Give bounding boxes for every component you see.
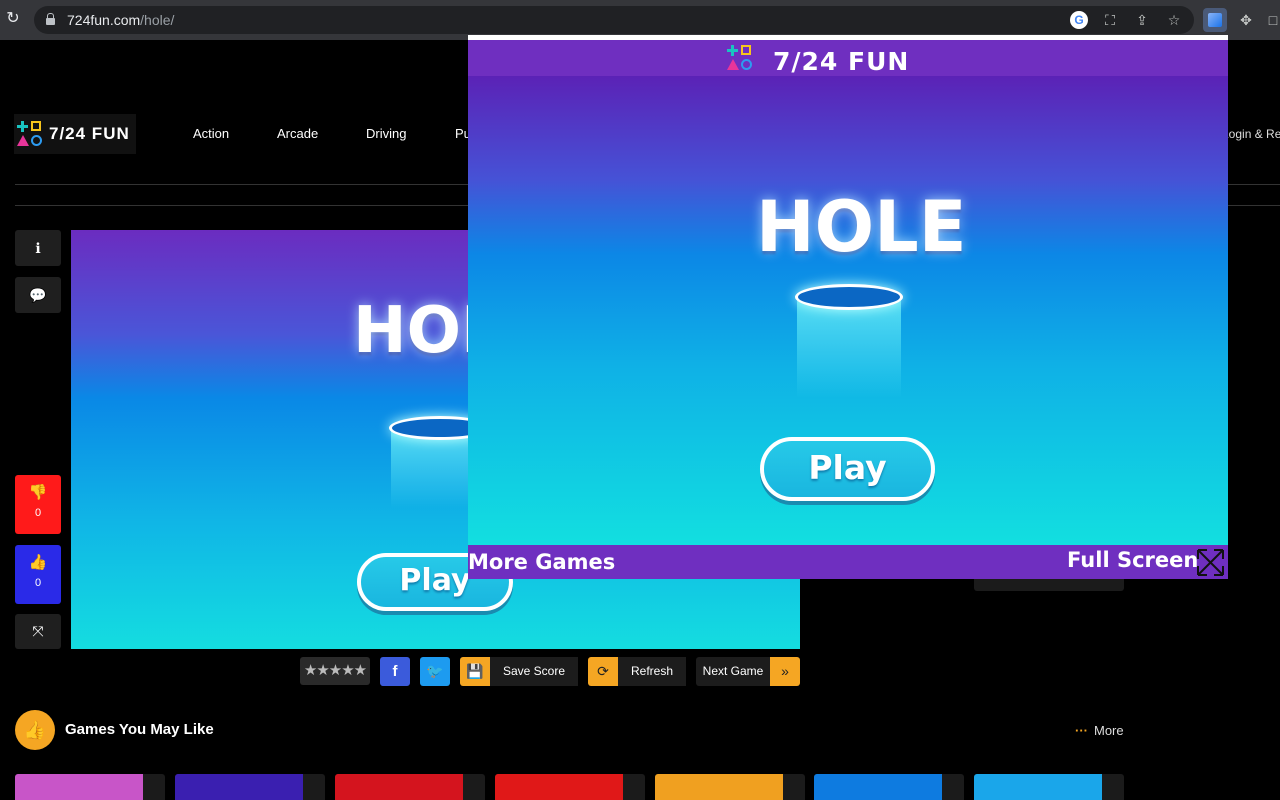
url-host: 724fun.com [67, 12, 141, 28]
rating-stars[interactable]: ★★★★★ [300, 657, 370, 685]
translate-icon[interactable]: ⛶ [1101, 11, 1119, 29]
comment-button[interactable]: 💬 [15, 277, 61, 313]
popup-title: 7/24 FUN [773, 47, 910, 76]
like-button[interactable]: 👍 0 [15, 545, 61, 604]
popup-play-button[interactable]: Play [760, 437, 935, 501]
reload-icon[interactable]: ↻ [4, 10, 22, 28]
site-logo[interactable]: 7/24 FUN [14, 114, 136, 154]
expand-button[interactable]: ⤧ [15, 614, 61, 649]
thumbnail-image [814, 774, 942, 800]
info-icon: ℹ [35, 240, 41, 256]
info-button[interactable]: ℹ [15, 230, 61, 266]
thumbnail-image [15, 774, 143, 800]
game-thumbnail[interactable] [335, 774, 485, 800]
game-thumbnail[interactable] [175, 774, 325, 800]
nav-driving[interactable]: Driving [366, 126, 406, 141]
site-logo-text: 7/24 FUN [49, 124, 130, 143]
like-count: 0 [34, 577, 42, 589]
popup-footer: More Games Full Screen [468, 545, 1228, 579]
hole-beam [797, 298, 901, 398]
share-icon[interactable]: ⇪ [1133, 11, 1151, 29]
thumbs-up-icon: 👍 [28, 554, 48, 571]
fullscreen-arrows-icon[interactable] [1195, 547, 1226, 578]
popup-game-canvas[interactable]: HOLE Play [468, 76, 1228, 545]
save-score-label: Save Score [490, 657, 578, 686]
url-text[interactable]: 724fun.com/hole/ [67, 12, 174, 28]
more-dots-icon: ··· [1075, 723, 1088, 738]
bookmark-star-icon[interactable]: ☆ [1165, 11, 1183, 29]
nav-action[interactable]: Action [193, 126, 229, 141]
game-thumbnail[interactable] [814, 774, 964, 800]
thumbs-down-icon: 👎 [28, 484, 48, 501]
nav-arcade[interactable]: Arcade [277, 126, 318, 141]
twitter-share-button[interactable]: 🐦 [420, 657, 450, 686]
thumbnail-image [495, 774, 623, 800]
popup-game-title: HOLE [756, 186, 967, 268]
logo-shapes-icon [17, 121, 43, 147]
browser-toolbar: ↻ 724fun.com/hole/ G ⛶ ⇪ ☆ ✥ □ [0, 0, 1280, 40]
thumbnail-image [655, 774, 783, 800]
window-icon[interactable]: □ [1266, 11, 1280, 29]
extensions-puzzle-icon[interactable]: ✥ [1237, 11, 1255, 29]
refresh-label: Refresh [618, 657, 686, 686]
comment-icon: 💬 [29, 287, 47, 303]
right-panel-edge [974, 579, 1124, 591]
game-popup-window[interactable]: 7/24 FUN HOLE Play More Games Full Scree… [468, 35, 1228, 579]
dislike-button[interactable]: 👎 0 [15, 475, 61, 534]
lock-icon [46, 13, 55, 25]
more-games-link[interactable]: ··· More [1075, 723, 1124, 738]
twitter-icon: 🐦 [426, 663, 444, 679]
dislike-count: 0 [34, 507, 42, 519]
next-game-button[interactable]: Next Game » [696, 657, 800, 686]
more-label: More [1094, 723, 1124, 738]
login-register-link[interactable]: Login & Reg [1222, 127, 1280, 141]
url-path: /hole/ [140, 12, 175, 28]
thumbnail-image [175, 774, 303, 800]
logo-shapes-icon [727, 45, 753, 71]
google-icon[interactable]: G [1070, 11, 1088, 29]
game-thumbnail[interactable] [15, 774, 165, 800]
extension-icon[interactable] [1203, 8, 1227, 32]
refresh-icon: ⟳ [588, 657, 618, 686]
refresh-button[interactable]: ⟳ Refresh [588, 657, 686, 686]
related-games-title: Games You May Like [65, 721, 214, 738]
game-thumbnail[interactable] [655, 774, 805, 800]
thumbnail-image [974, 774, 1102, 800]
thumbs-up-icon: 👍 [15, 710, 55, 750]
chevron-right-icon: » [770, 657, 800, 686]
thumbnail-image [335, 774, 463, 800]
more-games-button[interactable]: More Games [468, 550, 615, 574]
save-score-button[interactable]: 💾 Save Score [460, 657, 578, 686]
facebook-share-button[interactable]: f [380, 657, 410, 686]
popup-header: 7/24 FUN [468, 40, 1228, 76]
next-game-label: Next Game [696, 657, 770, 686]
save-icon: 💾 [460, 657, 490, 686]
facebook-icon: f [392, 663, 398, 680]
expand-icon: ⤧ [32, 623, 44, 639]
game-thumbnail[interactable] [974, 774, 1124, 800]
hole-icon [795, 284, 903, 310]
game-thumbnail[interactable] [495, 774, 645, 800]
full-screen-button[interactable]: Full Screen [1067, 548, 1198, 572]
address-bar[interactable]: 724fun.com/hole/ [34, 6, 1194, 34]
